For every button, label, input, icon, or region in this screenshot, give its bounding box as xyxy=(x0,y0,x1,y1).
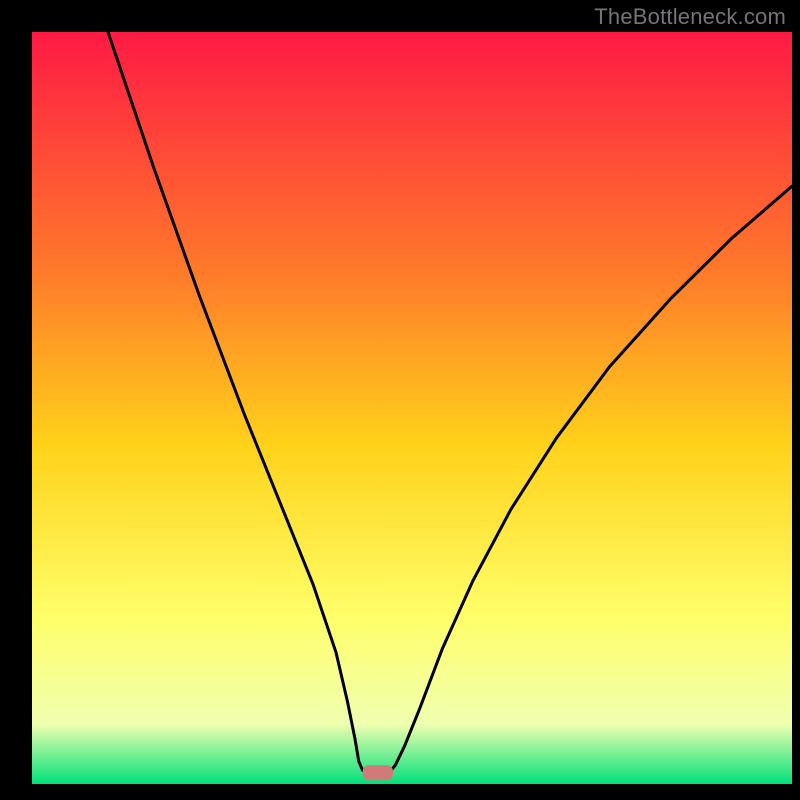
watermark-text: TheBottleneck.com xyxy=(594,4,786,30)
optimal-marker xyxy=(363,765,393,780)
bottleneck-chart xyxy=(0,0,800,800)
chart-container: TheBottleneck.com xyxy=(0,0,800,800)
